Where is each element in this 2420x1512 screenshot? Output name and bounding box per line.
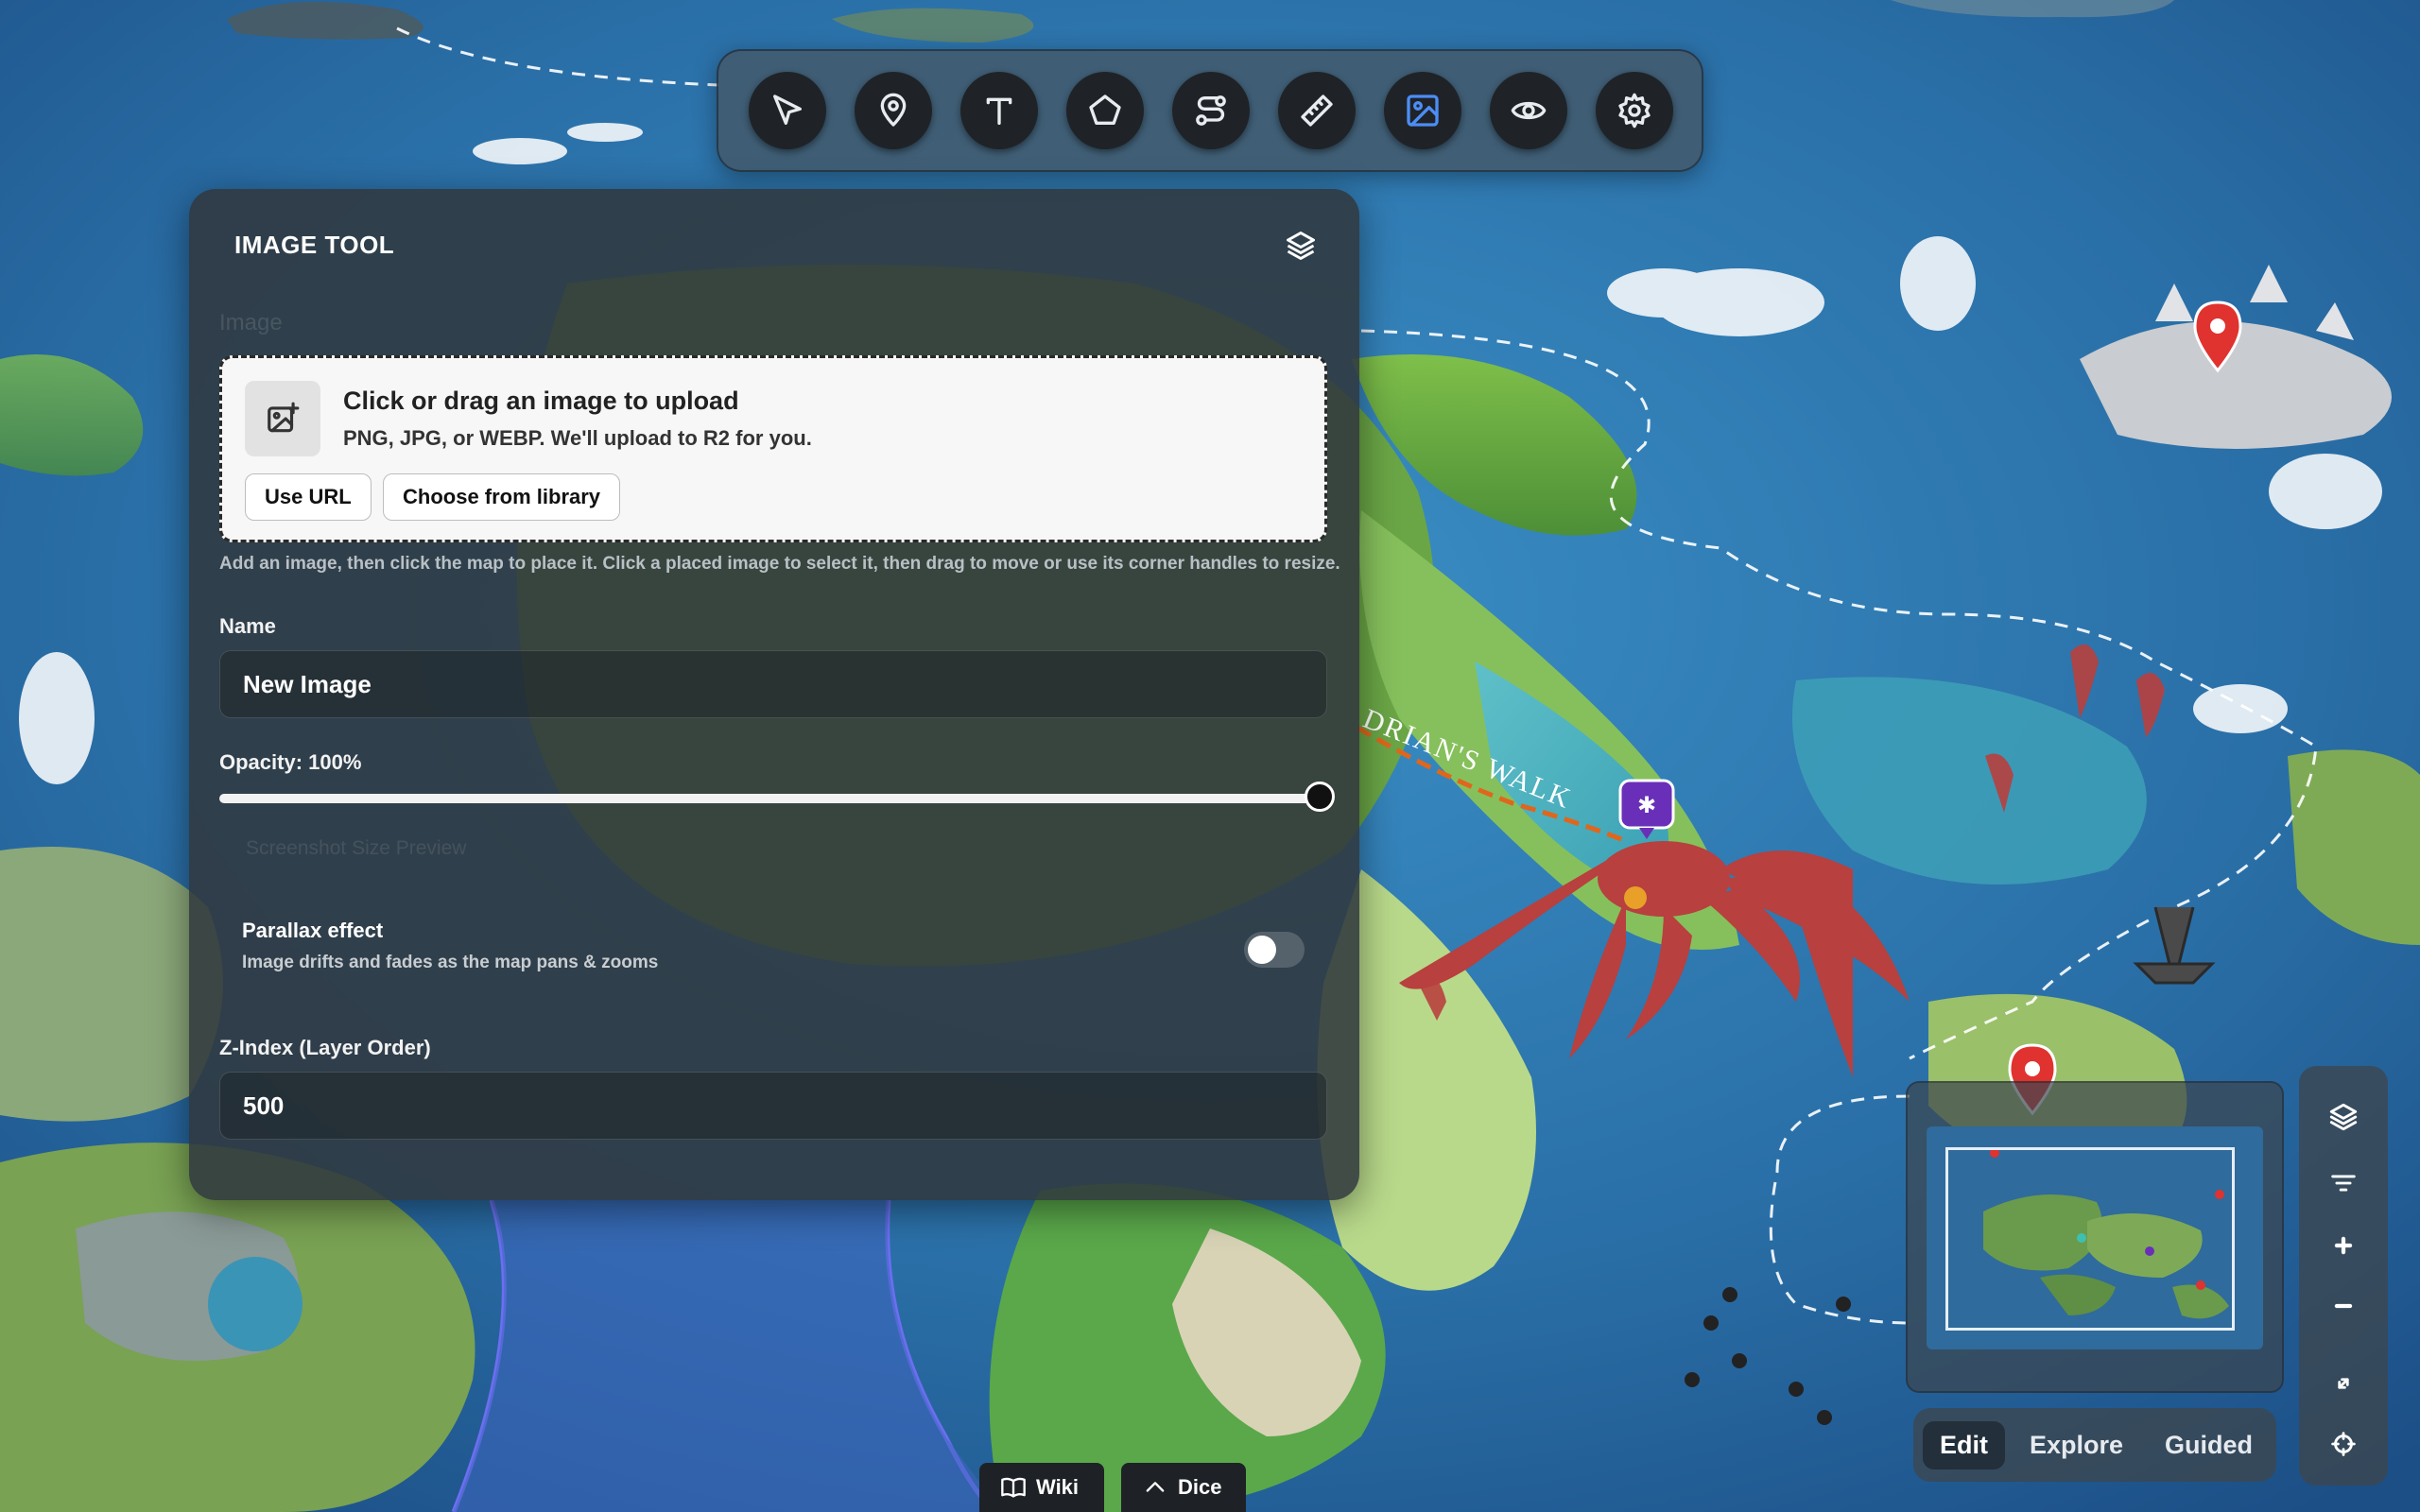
map-control-rail [2299, 1066, 2388, 1486]
zindex-input[interactable] [219, 1072, 1327, 1140]
visibility-tool-button[interactable] [1490, 72, 1567, 149]
mode-switcher: Edit Explore Guided [1913, 1408, 2276, 1482]
polygon-tool-button[interactable] [1066, 72, 1144, 149]
minimap[interactable] [1906, 1081, 2284, 1393]
opacity-slider-track[interactable] [219, 794, 1320, 803]
rail-layers-button[interactable] [2315, 1089, 2372, 1145]
locate-button[interactable] [2315, 1416, 2372, 1472]
book-icon [1001, 1477, 1026, 1498]
image-upload-dropzone[interactable]: Click or drag an image to upload PNG, JP… [219, 355, 1327, 542]
ghost-section-label: Image [219, 310, 283, 335]
dice-label: Dice [1178, 1475, 1222, 1499]
upload-title: Click or drag an image to upload [343, 387, 739, 415]
panel-layers-button[interactable] [1284, 229, 1322, 266]
dice-button[interactable]: Dice [1121, 1463, 1246, 1512]
zoom-in-button[interactable] [2315, 1217, 2372, 1274]
filter-icon [2331, 1175, 2356, 1192]
settings-tool-button[interactable] [1596, 72, 1673, 149]
text-tool-button[interactable] [960, 72, 1038, 149]
ghost-preview-label: Screenshot Size Preview [246, 837, 467, 859]
parallax-subtitle: Image drifts and fades as the map pans &… [242, 953, 659, 972]
gear-icon [1618, 93, 1651, 129]
path-tool-button[interactable] [1172, 72, 1250, 149]
eye-icon [1511, 101, 1547, 120]
image-tool-panel: IMAGE TOOL Image Click or drag an image … [189, 189, 1359, 1200]
opacity-slider-thumb[interactable] [1305, 782, 1335, 812]
text-icon [986, 97, 1012, 125]
image-add-icon [245, 381, 320, 456]
minimap-viewport-rect[interactable] [1945, 1147, 2235, 1331]
toggle-knob [1248, 936, 1276, 964]
chevron-up-icon [1146, 1482, 1165, 1492]
zoom-in-icon [2334, 1236, 2353, 1255]
select-tool-button[interactable] [749, 72, 826, 149]
zoom-out-icon [2334, 1303, 2353, 1309]
locate-icon [2331, 1432, 2356, 1456]
image-icon [1407, 94, 1439, 127]
expand-icon [2338, 1378, 2349, 1389]
mode-explore[interactable]: Explore [2013, 1421, 2140, 1469]
svg-text:✱: ✱ [1637, 793, 1656, 818]
wiki-label: Wiki [1036, 1475, 1080, 1499]
layers-icon [2329, 1103, 2358, 1131]
panel-title: IMAGE TOOL [234, 231, 395, 259]
marker-tool-button[interactable] [855, 72, 932, 149]
zoom-out-button[interactable] [2315, 1278, 2372, 1334]
map-pin-icon [880, 93, 907, 127]
parallax-toggle[interactable] [1244, 932, 1305, 968]
image-tool-button[interactable] [1384, 72, 1461, 149]
zindex-label: Z-Index (Layer Order) [219, 1036, 431, 1059]
name-label: Name [219, 614, 276, 638]
measure-tool-button[interactable] [1278, 72, 1356, 149]
layers-icon [1287, 232, 1315, 260]
route-icon [1196, 95, 1226, 126]
mode-edit[interactable]: Edit [1923, 1420, 2005, 1469]
use-url-button[interactable]: Use URL [245, 473, 372, 521]
wiki-button[interactable]: Wiki [979, 1463, 1104, 1512]
fullscreen-button[interactable] [2315, 1355, 2372, 1412]
pentagon-icon [1089, 94, 1121, 125]
choose-from-library-button[interactable]: Choose from library [383, 473, 621, 521]
name-input[interactable] [219, 650, 1327, 718]
ruler-icon [1301, 94, 1333, 127]
opacity-label: Opacity: 100% [219, 750, 362, 774]
map-toolbar [717, 49, 1703, 172]
parallax-title: Parallax effect [242, 919, 384, 942]
mode-guided[interactable]: Guided [2148, 1421, 2270, 1469]
upload-subtitle: PNG, JPG, or WEBP. We'll upload to R2 fo… [343, 426, 812, 450]
rail-filter-button[interactable] [2315, 1155, 2372, 1211]
placement-hint: Add an image, then click the map to plac… [219, 554, 1340, 574]
cursor-icon [773, 94, 802, 125]
